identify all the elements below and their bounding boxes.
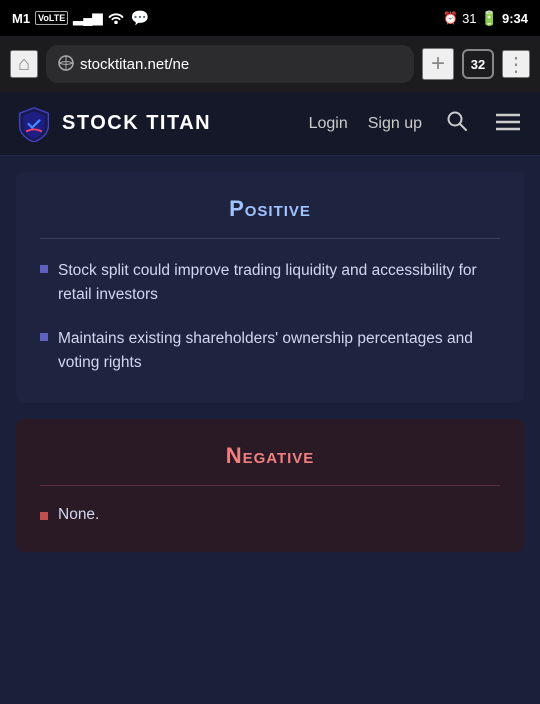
menu-icon — [496, 111, 520, 137]
add-tab-icon: + — [431, 50, 445, 78]
url-site-icon — [58, 55, 74, 74]
positive-bullet-text-1: Stock split could improve trading liquid… — [58, 259, 500, 307]
volte-badge: VoLTE — [35, 11, 68, 25]
new-tab-button[interactable]: + — [422, 48, 454, 80]
status-bar: M1 VoLTE ▂▄▆ 💬 ⏰ 31 🔋 9:34 — [0, 0, 540, 36]
search-button[interactable] — [442, 106, 472, 142]
carrier-label: M1 — [12, 11, 30, 26]
battery-level: 31 — [462, 11, 476, 26]
alarm-icon: ⏰ — [443, 11, 458, 25]
content-area: Positive Stock split could improve tradi… — [0, 156, 540, 568]
nav-bar: STOCK TITAN Login Sign up — [0, 92, 540, 156]
positive-card: Positive Stock split could improve tradi… — [16, 172, 524, 403]
nav-links: Login Sign up — [309, 106, 524, 142]
positive-title: Positive — [40, 196, 500, 222]
more-icon: ⋮ — [506, 52, 526, 77]
tabs-count-label: 32 — [471, 57, 485, 72]
positive-bullet-list: Stock split could improve trading liquid… — [40, 259, 500, 375]
whatsapp-icon: 💬 — [130, 9, 149, 27]
status-right: ⏰ 31 🔋 9:34 — [443, 10, 528, 27]
status-left: M1 VoLTE ▂▄▆ 💬 — [12, 9, 149, 27]
positive-bullet-text-2: Maintains existing shareholders' ownersh… — [58, 327, 500, 375]
time-display: 9:34 — [502, 11, 528, 26]
url-text: stocktitan.net/ne — [80, 56, 189, 73]
wifi-icon — [107, 10, 125, 27]
home-icon: ⌂ — [18, 53, 30, 76]
logo-text: STOCK TITAN — [62, 112, 211, 135]
signup-link[interactable]: Sign up — [368, 115, 422, 133]
browser-bar: ⌂ stocktitan.net/ne + 32 ⋮ — [0, 36, 540, 92]
search-icon — [446, 110, 468, 138]
logo-shield-icon — [16, 106, 52, 142]
signal-icon: ▂▄▆ — [73, 10, 102, 26]
url-bar[interactable]: stocktitan.net/ne — [46, 45, 414, 83]
negative-none-item: None. — [40, 506, 500, 524]
negative-divider — [40, 485, 500, 486]
hamburger-menu-button[interactable] — [492, 107, 524, 141]
positive-bullet-item-1: Stock split could improve trading liquid… — [40, 259, 500, 307]
negative-card: Negative None. — [16, 419, 524, 552]
negative-title: Negative — [40, 443, 500, 469]
negative-bullet-marker — [40, 512, 48, 520]
battery-icon: 🔋 — [481, 10, 498, 27]
positive-bullet-item-2: Maintains existing shareholders' ownersh… — [40, 327, 500, 375]
positive-divider — [40, 238, 500, 239]
browser-more-button[interactable]: ⋮ — [502, 50, 530, 78]
site-logo[interactable]: STOCK TITAN — [16, 106, 309, 142]
login-link[interactable]: Login — [309, 115, 348, 133]
tabs-count-button[interactable]: 32 — [462, 49, 494, 79]
negative-none-text: None. — [58, 506, 99, 524]
bullet-marker-2 — [40, 333, 48, 341]
browser-home-button[interactable]: ⌂ — [10, 50, 38, 78]
bullet-marker-1 — [40, 265, 48, 273]
